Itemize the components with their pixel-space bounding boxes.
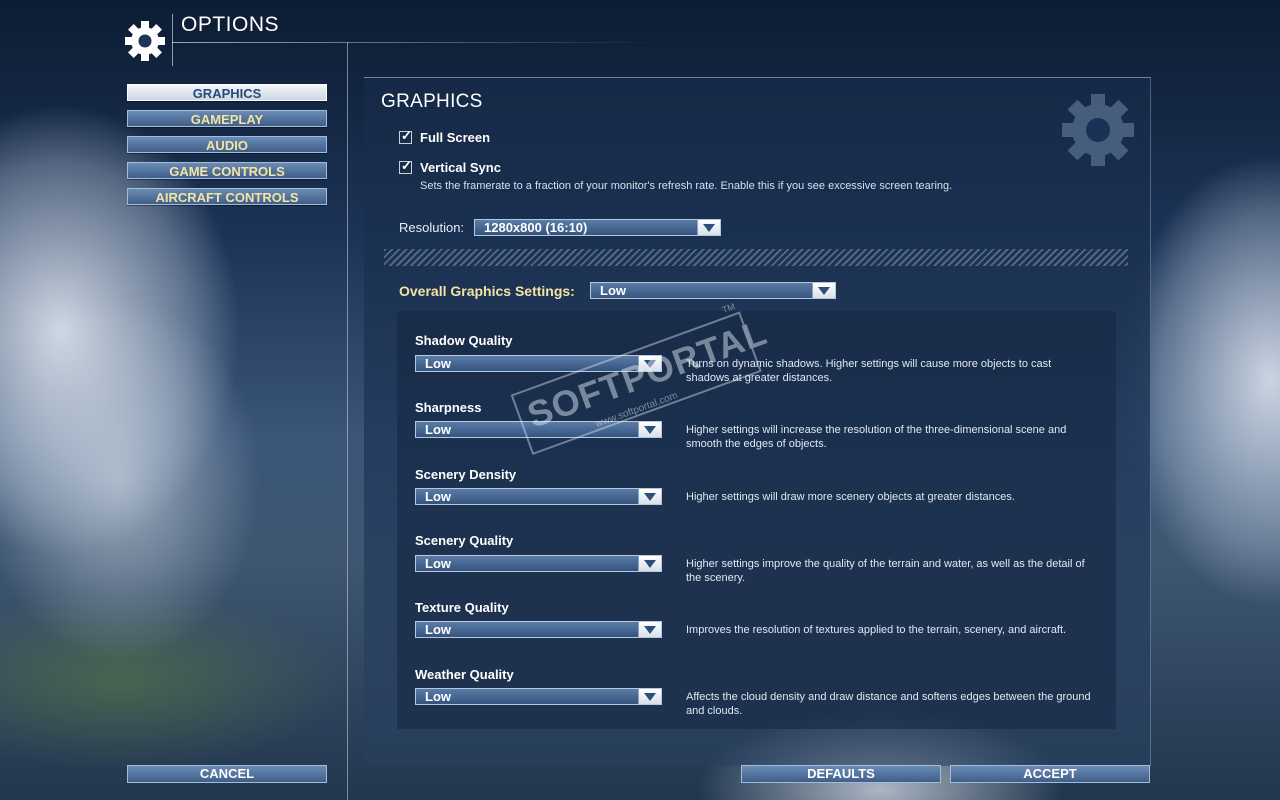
- scenery-density-label: Scenery Density: [415, 467, 517, 482]
- scenery-quality-value: Low: [416, 556, 638, 571]
- sidebar-divider: [347, 42, 348, 800]
- scenery-density-description: Higher settings will draw more scenery o…: [686, 491, 1015, 503]
- nav-gameplay-button[interactable]: GAMEPLAY: [127, 110, 327, 127]
- nav-graphics-button[interactable]: GRAPHICS: [127, 84, 327, 101]
- texture-quality-dropdown[interactable]: Low: [415, 621, 662, 638]
- vsync-label: Vertical Sync: [420, 160, 501, 175]
- nav-aircraft-controls-button[interactable]: AIRCRAFT CONTROLS: [127, 188, 327, 205]
- shadow-quality-value: Low: [416, 356, 638, 371]
- weather-quality-value: Low: [416, 689, 638, 704]
- vsync-checkbox[interactable]: ✓: [399, 158, 412, 174]
- sharpness-value: Low: [416, 422, 638, 437]
- section-divider: [384, 249, 1128, 266]
- texture-quality-label: Texture Quality: [415, 600, 509, 615]
- weather-quality-dropdown[interactable]: Low: [415, 688, 662, 705]
- chevron-down-icon[interactable]: [638, 489, 661, 504]
- chevron-down-icon[interactable]: [638, 622, 661, 637]
- section-title: GRAPHICS: [381, 91, 483, 112]
- scenery-quality-description: Higher settings improve the quality of t…: [686, 558, 1085, 584]
- vsync-row[interactable]: ✓ Vertical Sync: [399, 158, 501, 175]
- fullscreen-row[interactable]: ✓ Full Screen: [399, 128, 491, 145]
- chevron-down-icon[interactable]: [812, 283, 835, 298]
- weather-quality-label: Weather Quality: [415, 667, 514, 682]
- vsync-description: Sets the framerate to a fraction of your…: [420, 180, 953, 192]
- header-rule: [172, 42, 662, 43]
- scenery-quality-dropdown[interactable]: Low: [415, 555, 662, 572]
- chevron-down-icon[interactable]: [638, 689, 661, 704]
- page-title: OPTIONS: [181, 13, 280, 36]
- header-divider: [172, 14, 173, 66]
- chevron-down-icon[interactable]: [697, 220, 720, 235]
- chevron-down-icon[interactable]: [638, 356, 661, 371]
- chevron-down-icon[interactable]: [638, 422, 661, 437]
- nav-game-controls-button[interactable]: GAME CONTROLS: [127, 162, 327, 179]
- check-icon: ✓: [401, 158, 412, 173]
- sharpness-label: Sharpness: [415, 400, 482, 415]
- gear-icon: [1062, 94, 1134, 166]
- resolution-dropdown[interactable]: 1280x800 (16:10): [474, 219, 721, 236]
- shadow-quality-label: Shadow Quality: [415, 333, 513, 348]
- scenery-quality-label: Scenery Quality: [415, 533, 514, 548]
- chevron-down-icon[interactable]: [638, 556, 661, 571]
- fullscreen-label: Full Screen: [420, 130, 491, 145]
- scenery-density-value: Low: [416, 489, 638, 504]
- accept-button[interactable]: ACCEPT: [950, 765, 1150, 783]
- shadow-quality-dropdown[interactable]: Low: [415, 355, 662, 372]
- resolution-value: 1280x800 (16:10): [475, 220, 697, 235]
- resolution-label: Resolution:: [399, 220, 465, 235]
- cancel-button[interactable]: CANCEL: [127, 765, 327, 783]
- sharpness-dropdown[interactable]: Low: [415, 421, 662, 438]
- texture-quality-value: Low: [416, 622, 638, 637]
- nav-audio-button[interactable]: AUDIO: [127, 136, 327, 153]
- overall-graphics-value: Low: [591, 283, 812, 298]
- check-icon: ✓: [401, 128, 412, 143]
- gear-icon: [125, 21, 165, 61]
- scenery-density-dropdown[interactable]: Low: [415, 488, 662, 505]
- weather-quality-description: Affects the cloud density and draw dista…: [686, 691, 1091, 717]
- texture-quality-description: Improves the resolution of textures appl…: [686, 624, 1067, 636]
- sharpness-description: Higher settings will increase the resolu…: [686, 424, 1067, 450]
- shadow-quality-description: Turns on dynamic shadows. Higher setting…: [686, 358, 1052, 384]
- overall-graphics-dropdown[interactable]: Low: [590, 282, 836, 299]
- fullscreen-checkbox[interactable]: ✓: [399, 128, 412, 144]
- defaults-button[interactable]: DEFAULTS: [741, 765, 941, 783]
- overall-graphics-label: Overall Graphics Settings:: [399, 283, 575, 299]
